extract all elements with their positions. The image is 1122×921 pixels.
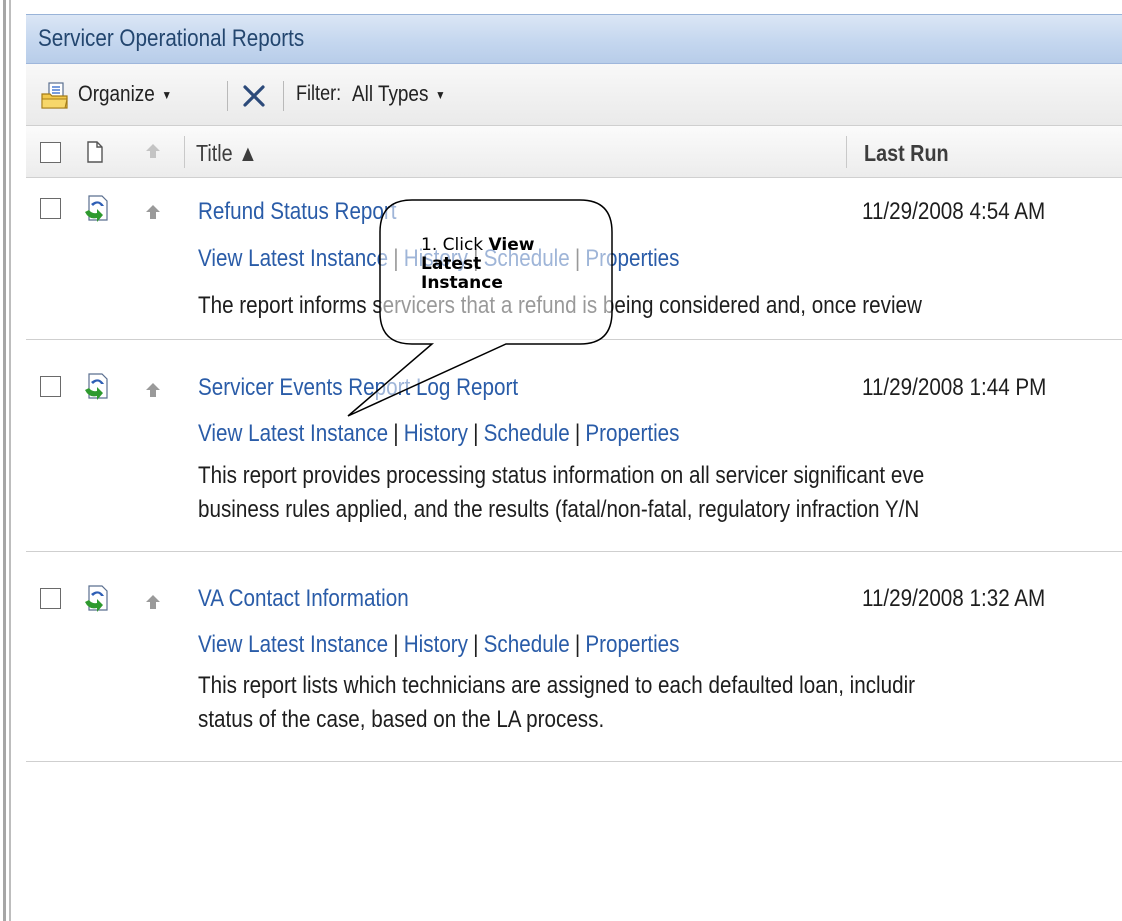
filter-label: Filter: — [296, 82, 342, 105]
link-separator: | — [473, 631, 479, 658]
window-left-border — [0, 0, 12, 921]
row-checkbox[interactable] — [40, 588, 61, 609]
up-arrow-icon[interactable] — [145, 594, 161, 610]
link-separator: | — [574, 631, 581, 658]
column-divider — [846, 136, 847, 168]
report-icon — [85, 373, 108, 400]
report-description: status of the case, based on the LA proc… — [198, 706, 605, 733]
row-checkbox[interactable] — [40, 198, 61, 219]
column-divider — [184, 136, 185, 168]
report-actions: View Latest Instance|History|Schedule|Pr… — [198, 631, 679, 659]
schedule-link[interactable]: Schedule — [484, 631, 570, 658]
callout-prefix: 1. Click — [421, 235, 489, 255]
up-arrow-icon[interactable] — [145, 204, 161, 220]
report-row: VA Contact Information 11/29/2008 1:32 A… — [26, 552, 1122, 762]
toolbar-divider — [227, 81, 228, 111]
panel-title-bar: Servicer Operational Reports — [26, 14, 1122, 64]
filter-value: All Types — [352, 81, 429, 106]
callout-bold-view: View — [488, 235, 535, 255]
report-description: This report provides processing status i… — [198, 462, 925, 489]
reports-panel: Servicer Operational Reports Organize ▼ F… — [26, 0, 1122, 921]
view-latest-instance-link[interactable]: View Latest Instance — [198, 631, 388, 658]
folder-document-icon[interactable] — [40, 81, 70, 111]
column-title[interactable]: Title ▲ — [196, 140, 258, 167]
properties-link[interactable]: Properties — [585, 631, 679, 658]
report-last-run: 11/29/2008 4:54 AM — [862, 198, 1046, 225]
callout-bold-instance: Instance — [421, 273, 503, 293]
panel-title: Servicer Operational Reports — [38, 25, 305, 52]
toolbar: Organize ▼ Filter: All Types ▼ — [26, 64, 1122, 126]
organize-label: Organize — [78, 81, 155, 106]
column-last-run[interactable]: Last Run — [864, 140, 949, 167]
filter-dropdown[interactable]: All Types ▼ — [352, 81, 446, 107]
link-separator: | — [393, 631, 399, 658]
row-checkbox[interactable] — [40, 376, 61, 397]
document-icon — [87, 141, 103, 163]
report-description: business rules applied, and the results … — [198, 496, 920, 523]
up-arrow-icon[interactable] — [145, 143, 161, 159]
report-icon — [85, 585, 108, 612]
history-link[interactable]: History — [404, 631, 468, 658]
callout-text: 1. Click View Latest Instance — [421, 236, 581, 293]
report-last-run: 11/29/2008 1:44 PM — [862, 374, 1047, 401]
chevron-down-icon: ▼ — [161, 88, 172, 103]
report-description: This report lists which technicians are … — [198, 672, 916, 699]
chevron-down-icon: ▼ — [435, 88, 446, 103]
delete-x-icon[interactable] — [242, 84, 266, 108]
report-icon — [85, 195, 108, 222]
organize-menu[interactable]: Organize ▼ — [78, 81, 172, 107]
up-arrow-icon[interactable] — [145, 382, 161, 398]
callout-bold-latest: Latest — [421, 254, 482, 274]
report-title-link[interactable]: VA Contact Information — [198, 585, 409, 613]
select-all-checkbox[interactable] — [40, 142, 61, 163]
toolbar-divider — [283, 81, 284, 111]
column-header-row: Title ▲ Last Run — [26, 126, 1122, 178]
report-last-run: 11/29/2008 1:32 AM — [862, 585, 1046, 612]
